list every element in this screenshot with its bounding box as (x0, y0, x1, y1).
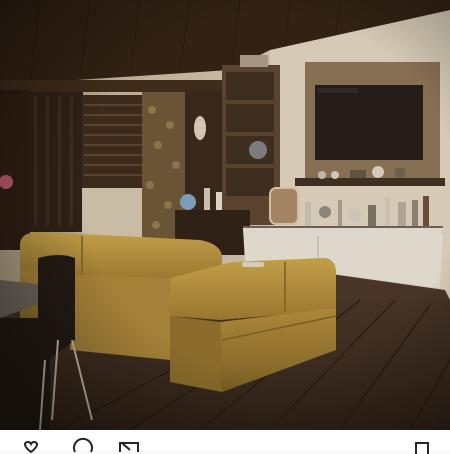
post-action-bar (0, 430, 450, 454)
send-icon[interactable] (118, 442, 140, 452)
living-room-scene (0, 0, 450, 430)
bookmark-icon[interactable] (414, 442, 430, 454)
comment-icon[interactable] (72, 437, 94, 453)
post-photo[interactable] (0, 0, 450, 430)
heart-icon[interactable] (20, 440, 42, 454)
